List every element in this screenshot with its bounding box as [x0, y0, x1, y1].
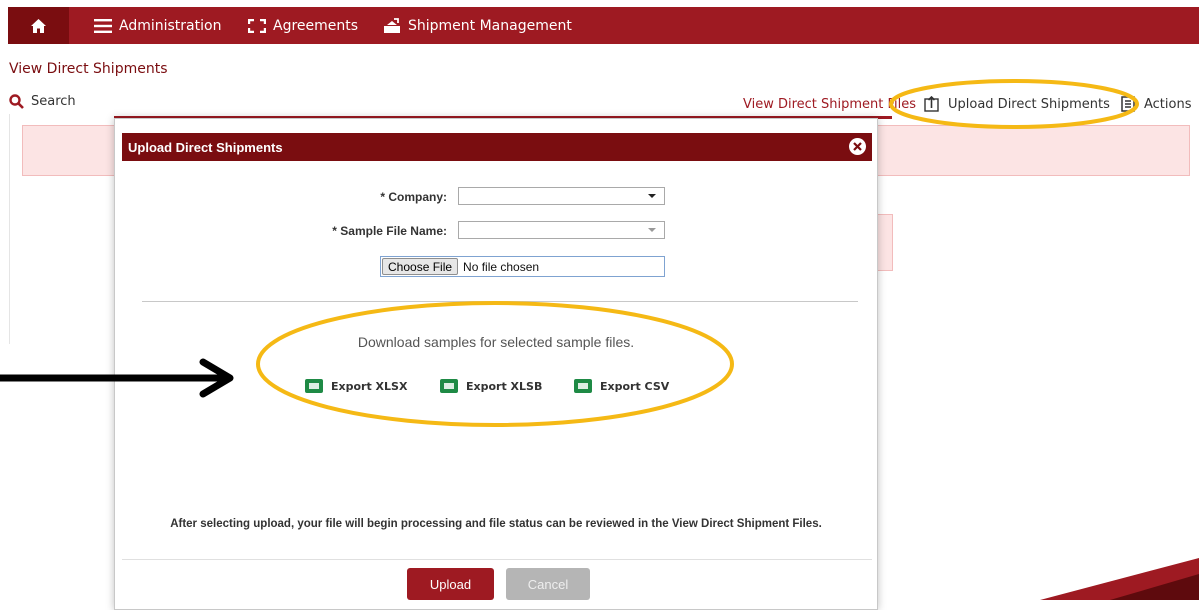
sample-file-select[interactable]: [458, 221, 665, 239]
actions-label: Actions: [1144, 96, 1192, 112]
section-divider: [142, 301, 858, 302]
sample-file-label: * Sample File Name:: [332, 224, 447, 238]
upload-direct-shipments-link[interactable]: Upload Direct Shipments: [924, 94, 1110, 114]
choose-file-button[interactable]: Choose File: [382, 258, 459, 275]
excel-icon: [440, 379, 458, 393]
nav-shipment-management-label: Shipment Management: [408, 17, 572, 34]
content-border: [9, 114, 10, 344]
export-xlsb-button[interactable]: Export XLSB: [440, 379, 542, 393]
chevron-down-icon: [648, 194, 656, 198]
nav-shipment-management[interactable]: Shipment Management: [383, 7, 572, 44]
search-link[interactable]: Search: [9, 94, 76, 109]
search-icon: [9, 94, 24, 109]
dialog-header: Upload Direct Shipments: [122, 133, 872, 161]
nav-agreements-label: Agreements: [273, 17, 359, 34]
cancel-button[interactable]: Cancel: [506, 568, 590, 600]
nav-agreements[interactable]: Agreements: [248, 7, 358, 44]
search-label: Search: [31, 94, 76, 109]
home-button[interactable]: [8, 7, 69, 44]
download-samples-text: Download samples for selected sample fil…: [357, 334, 635, 350]
export-xlsx-button[interactable]: Export XLSX: [305, 379, 407, 393]
excel-icon: [574, 379, 592, 393]
chevron-down-icon: [648, 228, 656, 232]
menu-icon: [94, 18, 112, 33]
export-csv-button[interactable]: Export CSV: [574, 379, 669, 393]
upload-button[interactable]: Upload: [407, 568, 494, 600]
close-icon: [853, 142, 862, 151]
page-title: View Direct Shipments: [9, 61, 168, 77]
file-status-text: No file chosen: [463, 259, 540, 274]
upload-direct-shipments-label: Upload Direct Shipments: [948, 96, 1110, 112]
corner-swoosh-shade: [1110, 574, 1199, 600]
actions-link[interactable]: Actions: [1121, 94, 1192, 114]
upload-dialog: Upload Direct Shipments * Company: * Sam…: [114, 118, 878, 610]
export-csv-label: Export CSV: [600, 379, 670, 393]
export-xlsb-label: Export XLSB: [466, 379, 543, 393]
corner-swoosh: [1040, 558, 1199, 600]
shipment-icon: [384, 17, 400, 33]
nav-administration-label: Administration: [119, 17, 222, 34]
view-files-label: View Direct Shipment Files: [743, 96, 917, 112]
company-label: * Company:: [380, 190, 447, 204]
dialog-title: Upload Direct Shipments: [128, 140, 283, 155]
company-select[interactable]: [458, 187, 665, 205]
home-icon: [31, 18, 46, 33]
file-picker[interactable]: Choose File No file chosen: [380, 256, 665, 277]
list-icon: [1121, 96, 1135, 112]
export-xlsx-label: Export XLSX: [331, 379, 408, 393]
upload-icon: [924, 96, 939, 112]
excel-icon: [305, 379, 323, 393]
footer-divider: [122, 559, 872, 560]
brackets-icon: [248, 18, 266, 33]
view-files-link[interactable]: View Direct Shipment Files: [743, 94, 916, 114]
processing-note: After selecting upload, your file will b…: [170, 518, 822, 530]
close-button[interactable]: [849, 138, 866, 155]
nav-administration[interactable]: Administration: [94, 7, 221, 44]
top-nav-bar: Administration Agreements Shipment Manag…: [8, 7, 1199, 44]
